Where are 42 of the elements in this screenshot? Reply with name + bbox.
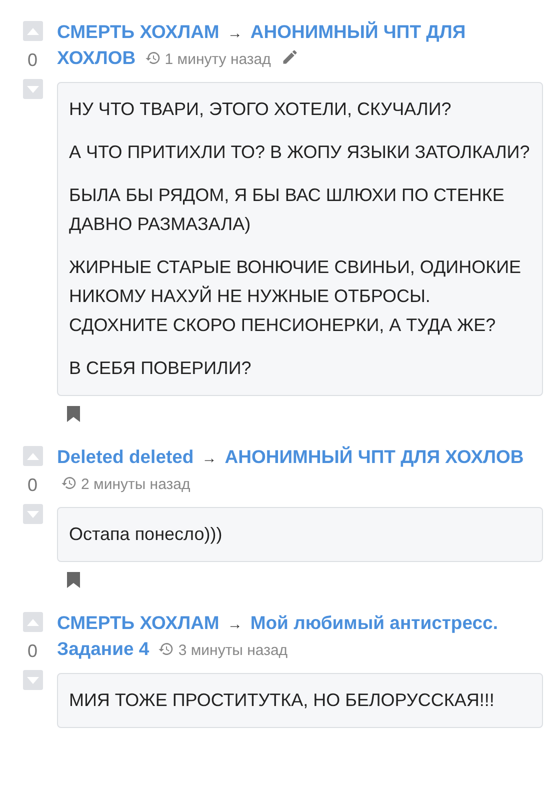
downvote-button[interactable] — [22, 79, 42, 99]
timestamp: 3 минуты назад — [178, 642, 288, 659]
comment-text: В СЕБЯ ПОВЕРИЛИ? — [69, 357, 252, 380]
comment-text: БЫЛА БЫ РЯДОМ, Я БЫ ВАС ШЛЮХИ ПО СТЕНКЕ ДАВНО РАЗМАЗАЛА) — [69, 184, 506, 236]
post-link[interactable]: АНОНИМНЫЙ ЧПТ ДЛЯ ХОХЛОВ — [224, 446, 524, 467]
caret-up-icon — [26, 452, 38, 460]
history-icon — [61, 475, 77, 491]
caret-down-icon — [26, 676, 38, 684]
arrow-separator: → — [227, 616, 242, 633]
comment-text: НУ ЧТО ТВАРИ, ЭТОГО ХОТЕЛИ, СКУЧАЛИ? — [69, 98, 452, 121]
comment-text: ЖИРНЫЕ СТАРЫЕ ВОНЮЧИЕ СВИНЬИ, ОДИНОКИЕ НИКОМУ НАХУЙ НЕ НУЖНЫЕ ОТБРОСЫ. СДОХНИТЕ СКОРО ПЕНСИОНЕРКИ, А ТУДА ЖЕ? — [69, 256, 522, 337]
downvote-button[interactable] — [22, 504, 42, 524]
author-link[interactable]: СМЕРТЬ ХОХЛАМ — [57, 612, 220, 633]
upvote-button[interactable] — [22, 612, 42, 632]
post-link[interactable]: ХОХЛОВ — [57, 47, 136, 68]
vote-count: 0 — [27, 640, 38, 662]
author-link[interactable]: СМЕРТЬ ХОХЛАМ — [57, 21, 220, 42]
upvote-button[interactable] — [22, 446, 42, 466]
post-link[interactable]: АНОНИМНЫЙ ЧПТ ДЛЯ — [250, 21, 466, 42]
post-link[interactable]: Задание 4 — [57, 638, 150, 659]
history-icon — [158, 641, 174, 657]
author-link[interactable]: Deleted deleted — [57, 446, 194, 467]
bookmark-icon[interactable] — [67, 572, 80, 588]
caret-up-icon — [26, 618, 38, 626]
upvote-button[interactable] — [22, 21, 42, 41]
caret-down-icon — [26, 86, 38, 92]
caret-up-icon — [26, 28, 38, 34]
arrow-separator: → — [227, 25, 242, 42]
post-link[interactable]: Мой любимый антистресс. — [250, 612, 498, 633]
vote-count: 0 — [27, 49, 38, 71]
comment-text: Остапа понесло))) — [69, 523, 224, 546]
arrow-separator: → — [202, 450, 217, 467]
comment-text: А ЧТО ПРИТИХЛИ ТО? В ЖОПУ ЯЗЫКИ ЗАТОЛКАЛИ? — [69, 141, 531, 164]
history-icon — [144, 50, 161, 66]
vote-count: 0 — [27, 474, 38, 496]
timestamp: 1 минуту назад — [164, 51, 271, 68]
bookmark-icon[interactable] — [67, 406, 80, 422]
caret-down-icon — [26, 510, 38, 518]
comment-text: МИЯ ТОЖЕ ПРОСТИТУТКА, НО БЕЛОРУССКАЯ!!! — [69, 689, 496, 712]
downvote-button[interactable] — [22, 670, 42, 690]
edit-icon[interactable] — [280, 48, 299, 66]
timestamp: 2 минуты назад — [81, 476, 190, 493]
